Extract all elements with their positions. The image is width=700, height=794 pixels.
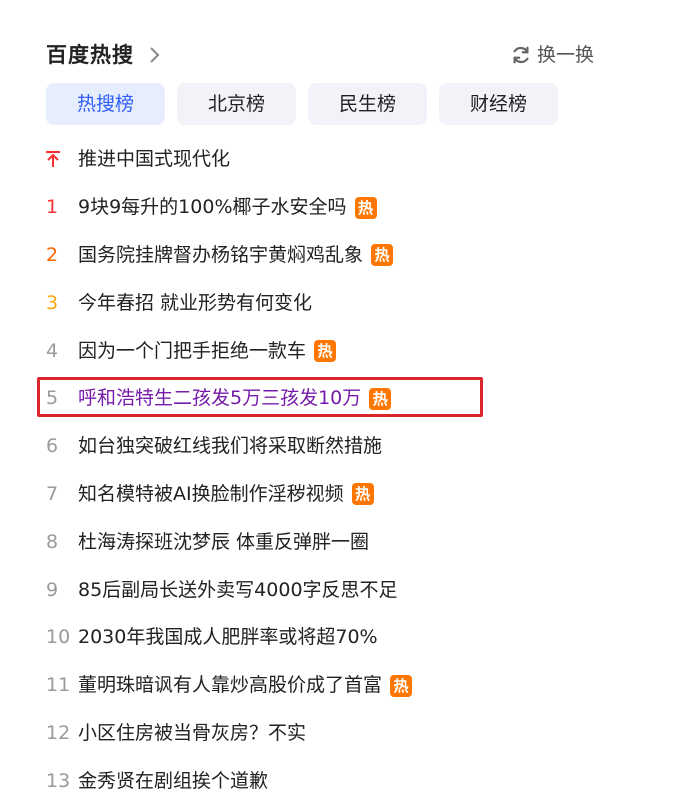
hot-badge: 热 [390,674,413,697]
panel-title[interactable]: 百度热搜 [46,40,134,70]
list-item[interactable]: 11 董明珠暗讽有人靠炒高股价成了首富 热 [40,662,490,710]
refresh-button[interactable]: 换一换 [510,40,594,70]
rank-number: 2 [46,243,59,266]
rank-number: 10 [46,626,71,649]
list-item-title: 85后副局长送外卖写4000字反思不足 [78,578,398,601]
rank-pin [40,136,78,183]
tab-finance[interactable]: 财经榜 [439,83,558,125]
rank-number: 4 [46,339,59,362]
list-item[interactable]: 2 国务院挂牌督办杨铭宇黄焖鸡乱象 热 [40,232,490,280]
board-tabs: 热搜榜 北京榜 民生榜 财经榜 [46,83,570,125]
rank-number: 13 [46,769,71,792]
list-item-title: 杜海涛探班沈梦辰 体重反弹胖一圈 [78,530,370,553]
tab-livelihood[interactable]: 民生榜 [308,83,427,125]
list-item[interactable]: 13 金秀贤在剧组挨个道歉 [40,757,490,794]
list-item[interactable]: 1 9块9每升的100%椰子水安全吗 热 [40,184,490,232]
list-item-title: 2030年我国成人肥胖率或将超70% [78,626,378,649]
list-item-title: 如台独突破红线我们将采取断然措施 [78,435,383,458]
hot-badge: 热 [314,340,337,363]
tab-hot-search[interactable]: 热搜榜 [46,83,165,125]
list-item-title: 今年春招 就业形势有何变化 [78,291,313,314]
list-item-title: 小区住房被当骨灰房？不实 [78,721,307,744]
list-item[interactable]: 10 2030年我国成人肥胖率或将超70% [40,614,490,662]
chevron-right-icon[interactable] [142,43,166,67]
list-item[interactable]: 3 今年春招 就业形势有何变化 [40,279,490,327]
rank-number: 1 [46,196,59,219]
list-item-title: 金秀贤在剧组挨个道歉 [78,769,269,792]
refresh-label: 换一换 [536,44,594,66]
list-item[interactable]: 6 如台独突破红线我们将采取断然措施 [40,423,490,471]
hot-list: 推进中国式现代化 1 9块9每升的100%椰子水安全吗 热 2 国务院挂牌督办杨… [40,136,490,794]
list-item[interactable]: 7 知名模特被AI换脸制作淫秽视频 热 [40,471,490,519]
hot-search-panel: 百度热搜 换一换 热搜榜 北京榜 民生榜 财经榜 推进中国式现代化 1 9块9每… [0,0,700,794]
list-item-title: 9块9每升的100%椰子水安全吗 [78,196,347,219]
list-item-title: 国务院挂牌督办杨铭宇黄焖鸡乱象 [78,243,364,266]
list-item[interactable]: 4 因为一个门把手拒绝一款车 热 [40,327,490,375]
rank-number: 8 [46,530,59,553]
tab-beijing[interactable]: 北京榜 [177,83,296,125]
rank-number: 6 [46,435,59,458]
list-item-title: 推进中国式现代化 [78,148,231,171]
rank-number: 5 [46,387,59,410]
rank-number: 9 [46,578,59,601]
list-item[interactable]: 8 杜海涛探班沈梦辰 体重反弹胖一圈 [40,518,490,566]
hot-badge: 热 [354,196,377,219]
rank-number: 3 [46,291,59,314]
hot-badge: 热 [351,483,374,506]
rank-number: 11 [46,674,71,697]
list-item[interactable]: 12 小区住房被当骨灰房？不实 [40,710,490,758]
list-item-title: 知名模特被AI换脸制作淫秽视频 [78,482,344,505]
list-item[interactable]: 9 85后副局长送外卖写4000字反思不足 [40,566,490,614]
rank-number: 7 [46,482,59,505]
hot-badge: 热 [369,387,392,410]
refresh-icon [513,46,529,64]
list-item-highlighted[interactable]: 5 呼和浩特生二孩发5万三孩发10万 热 [40,375,490,423]
hot-badge: 热 [371,244,394,267]
rank-number: 12 [46,721,71,744]
list-item-title: 呼和浩特生二孩发5万三孩发10万 [78,387,362,410]
list-item-title: 董明珠暗讽有人靠炒高股价成了首富 [78,674,383,697]
list-item-title: 因为一个门把手拒绝一款车 [78,339,307,362]
panel-header: 百度热搜 换一换 [46,40,606,72]
pin-top-icon [46,151,60,168]
list-item-pinned[interactable]: 推进中国式现代化 [40,136,490,184]
